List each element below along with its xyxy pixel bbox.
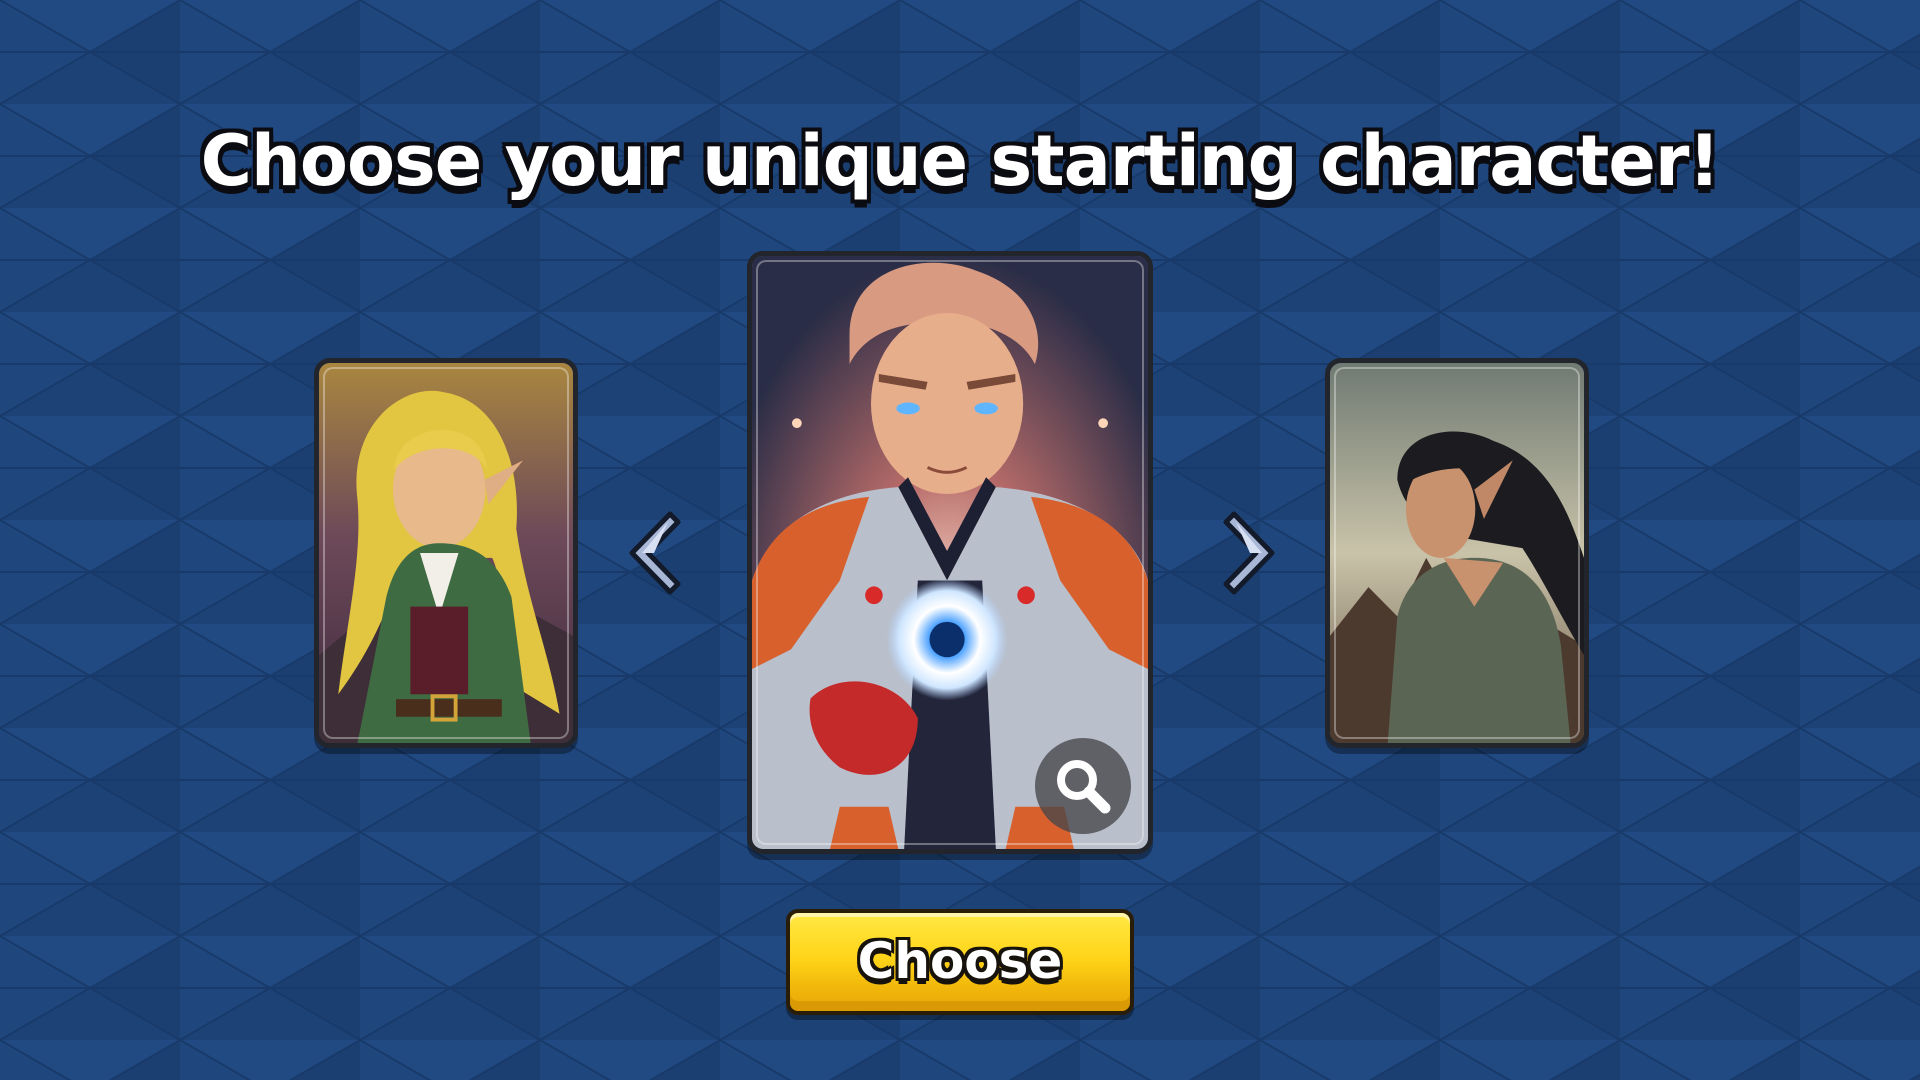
blonde-elf-portrait	[319, 363, 573, 743]
next-character-button[interactable]	[1222, 508, 1282, 598]
chevron-left-icon	[629, 511, 681, 595]
choose-button-label: Choose	[857, 932, 1063, 990]
choose-character-button[interactable]: Choose	[786, 909, 1134, 1015]
character-card-left[interactable]	[314, 358, 578, 748]
previous-character-button[interactable]	[622, 508, 682, 598]
zoom-portrait-button[interactable]	[1035, 738, 1131, 834]
magnifier-icon	[1057, 760, 1111, 814]
page-title: Choose your unique starting character!	[200, 120, 1721, 202]
character-card-selected[interactable]	[747, 251, 1153, 854]
dark-haired-elf-portrait	[1330, 363, 1584, 743]
chevron-right-icon	[1223, 511, 1275, 595]
character-card-right[interactable]	[1325, 358, 1589, 748]
